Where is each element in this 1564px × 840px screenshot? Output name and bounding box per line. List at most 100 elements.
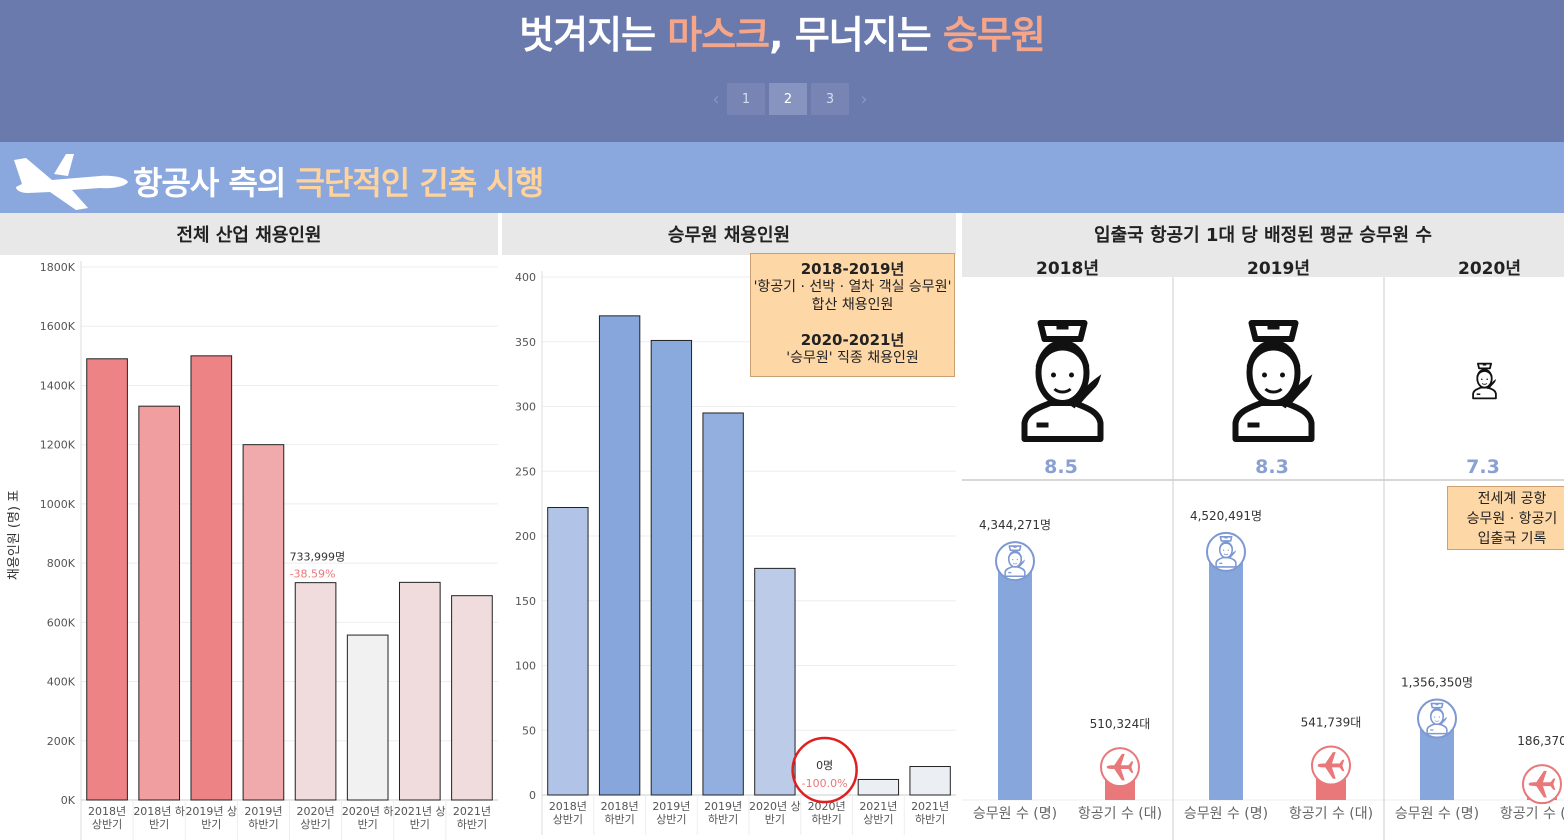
x-category-label: 승무원 수 (명) <box>973 806 1057 822</box>
x-tick-label: 2018년 <box>549 800 587 813</box>
title-highlight-crew: 승무원 <box>942 13 1046 57</box>
page-button-1[interactable]: 1 <box>727 83 765 115</box>
x-tick-label: 하반기 <box>604 812 634 826</box>
ratio-value: 8.3 <box>1255 456 1289 478</box>
y-tick-label: 600K <box>47 616 76 629</box>
crew-hair <box>1035 344 1090 368</box>
crew-icon-circle <box>1206 531 1246 572</box>
crew-eye <box>1262 372 1267 378</box>
bar <box>702 412 744 796</box>
y-tick-label: 100 <box>515 660 536 673</box>
x-tick-label: 상반기 <box>656 813 686 826</box>
x-tick-label: 상반기 <box>300 818 330 831</box>
crew-mouth <box>1264 387 1283 394</box>
title-highlight-mask: 마스크 <box>667 13 770 57</box>
bar-value-label: 0명 <box>816 759 833 772</box>
y-tick-label: 1200K <box>40 439 76 452</box>
crew-hiring-legend: 2018-2019년 '항공기 · 선박 · 열차 객실 승무원' 합산 채용인… <box>750 253 955 377</box>
x-category-label: 항공기 수 (대) <box>1078 806 1162 822</box>
panel-header-crew-per-plane: 입출국 항공기 1대 당 배정된 평균 승무원 수 <box>962 213 1564 255</box>
y-tick-label: 350 <box>515 336 536 349</box>
year-label: 2020년 <box>1458 259 1521 279</box>
x-tick-label: 2018년 하 <box>133 804 185 818</box>
panel-header-crew-hiring: 승무원 채용인원 <box>502 213 956 255</box>
ratio-value: 8.5 <box>1044 456 1078 478</box>
y-axis-title: 채용인원 (명) 표 <box>7 490 22 580</box>
page-button-3[interactable]: 3 <box>811 83 849 115</box>
crew-hair <box>1476 370 1493 378</box>
crew-eye <box>1012 558 1014 561</box>
crew-icon-circle <box>1417 698 1457 739</box>
bar <box>138 405 181 801</box>
x-tick-label: 2018년 <box>88 805 126 818</box>
x-tick-label: 2019년 <box>652 800 690 813</box>
crew-eye <box>1227 549 1229 551</box>
x-tick-label: 2021년 상 <box>394 805 446 818</box>
x-tick-label: 2019년 상 <box>185 805 237 818</box>
bar <box>754 567 796 796</box>
crew-eye <box>1016 558 1018 561</box>
prev-page-button[interactable]: ‹ <box>705 83 727 115</box>
legend-line-3: 합산 채용인원 <box>811 297 894 313</box>
crew-mouth <box>1481 383 1488 385</box>
crew-eye <box>1280 372 1285 378</box>
crew-eye <box>1486 378 1488 380</box>
x-tick-label: 2021년 <box>859 800 897 813</box>
bar <box>346 634 389 801</box>
header-banner: 벗겨지는 마스크, 무너지는 승무원 ‹ 1 2 3 › <box>0 0 1564 142</box>
y-tick-label: 400K <box>47 676 76 689</box>
bar-value-label: 733,999명 <box>290 551 346 564</box>
note-line-1: 전세계 공항 <box>1477 491 1547 507</box>
year-label: 2019년 <box>1247 259 1310 279</box>
y-tick-label: 1000K <box>40 498 76 511</box>
crew-eye <box>1051 372 1056 378</box>
title-part-2: , 무너지는 <box>769 13 943 57</box>
ratio-value: 7.3 <box>1466 456 1500 478</box>
x-tick-label: 반기 <box>410 818 430 831</box>
x-tick-label: 반기 <box>201 818 221 831</box>
bar <box>190 355 233 801</box>
y-tick-label: 150 <box>515 595 536 608</box>
airplane-icon <box>14 154 128 210</box>
pagination: ‹ 1 2 3 › <box>705 83 875 115</box>
crew-count-bar <box>1420 728 1454 800</box>
bar-change-label: -38.59% <box>290 568 336 581</box>
x-tick-label: 반기 <box>358 818 378 831</box>
crew-count-bar <box>1209 561 1243 800</box>
x-tick-label: 상반기 <box>863 813 893 826</box>
bar <box>857 778 900 796</box>
plane-count-label: 186,370 <box>1517 734 1564 748</box>
next-page-button[interactable]: › <box>853 83 875 115</box>
y-tick-label: 400 <box>515 271 536 284</box>
bar <box>547 507 589 796</box>
x-tick-label: 하반기 <box>248 817 278 831</box>
crew-eye <box>1069 372 1074 378</box>
crew-per-plane-note: 전세계 공항 승무원 · 항공기 입출국 기록 <box>1447 486 1564 550</box>
bar <box>294 582 337 801</box>
y-tick-label: 0 <box>529 789 536 802</box>
bar <box>86 358 128 801</box>
x-tick-label: 2019년 <box>704 800 742 813</box>
x-tick-label: 하반기 <box>457 817 487 831</box>
x-tick-label: 하반기 <box>915 812 945 826</box>
x-tick-label: 2018년 <box>601 800 639 813</box>
x-tick-label: 상반기 <box>92 818 122 831</box>
y-tick-label: 800K <box>47 557 76 570</box>
y-tick-label: 200 <box>515 530 536 543</box>
note-line-3: 입출국 기록 <box>1477 531 1547 547</box>
x-tick-label: 반기 <box>149 818 169 831</box>
crew-uniform <box>1232 400 1315 442</box>
y-tick-label: 250 <box>515 465 536 478</box>
bar <box>242 444 285 801</box>
title-part-1: 벗겨지는 <box>519 13 668 57</box>
year-label: 2018년 <box>1036 259 1099 279</box>
crew-count-bar <box>998 571 1032 800</box>
crew-eye <box>1438 716 1440 718</box>
y-tick-label: 1800K <box>40 261 76 274</box>
bar <box>650 339 693 796</box>
page-button-2[interactable]: 2 <box>769 83 807 115</box>
crew-mouth <box>1053 387 1072 394</box>
x-tick-label: 2021년 <box>911 800 949 813</box>
crew-icon-circle <box>995 541 1035 582</box>
x-category-label: 승무원 수 (명) <box>1184 806 1268 822</box>
